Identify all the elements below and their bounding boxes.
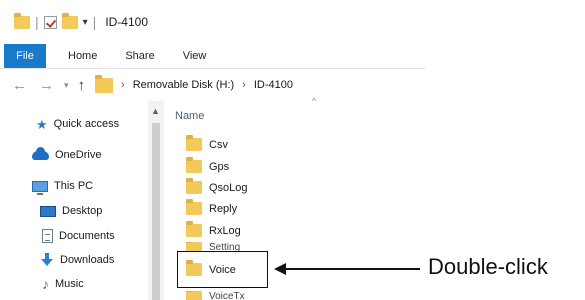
list-item-label: Voice	[209, 263, 236, 276]
tab-view[interactable]: View	[169, 44, 221, 68]
nav-item-label: OneDrive	[55, 149, 102, 161]
column-header-name[interactable]: Name	[175, 110, 204, 122]
up-arrow-icon[interactable]: ↑	[78, 77, 86, 94]
nav-item-this-pc[interactable]: This PC	[32, 176, 93, 196]
nav-item-label: Desktop	[62, 205, 103, 217]
list-item-label: Csv	[209, 138, 228, 151]
quick-access-toolbar: | ▾ |	[14, 12, 97, 30]
nav-item-label: Downloads	[60, 254, 115, 266]
folder-icon[interactable]	[14, 12, 30, 29]
list-item-label: Reply	[209, 202, 238, 215]
scrollbar-thumb[interactable]	[152, 123, 160, 300]
new-folder-icon[interactable]	[61, 12, 78, 29]
list-item-reply[interactable]: Reply	[186, 199, 237, 218]
column-header[interactable]: ^ Name	[164, 96, 425, 127]
address-bar[interactable]: › Removable Disk (H:) › ID-4100	[95, 73, 425, 97]
breadcrumb-removable-disk[interactable]: Removable Disk (H:)	[133, 79, 234, 91]
list-item-voice[interactable]: Voice	[186, 260, 236, 279]
list-item-label: Gps	[209, 160, 230, 173]
customize-dropdown-icon[interactable]: ▾	[83, 17, 88, 28]
annotation-label: Double-click	[428, 254, 548, 279]
navigation-pane: ★ Quick access OneDrive This PC Desktop …	[0, 101, 148, 300]
separator: |	[92, 14, 97, 30]
nav-item-quick-access[interactable]: ★ Quick access	[36, 114, 119, 134]
folder-icon	[186, 157, 202, 173]
annotation-arrowhead-icon	[274, 263, 286, 275]
nav-item-label: Documents	[59, 230, 115, 242]
desktop-icon	[40, 205, 56, 217]
navigation-scrollbar[interactable]: ▲	[148, 101, 164, 300]
nav-item-downloads[interactable]: Downloads	[40, 250, 114, 270]
list-item-label: RxLog	[209, 224, 241, 237]
nav-item-label: Music	[55, 278, 84, 290]
nav-item-label: This PC	[54, 180, 94, 192]
list-item-csv[interactable]: Csv	[186, 135, 228, 154]
list-item-label: VoiceTx	[209, 291, 245, 300]
folder-icon	[186, 221, 202, 237]
cloud-icon	[32, 146, 49, 160]
recent-locations-dropdown-icon[interactable]: ▾	[64, 80, 69, 91]
documents-icon	[42, 229, 53, 243]
list-item-qsolog[interactable]: QsoLog	[186, 178, 248, 197]
nav-item-documents[interactable]: Documents	[42, 226, 115, 246]
properties-check-icon[interactable]	[43, 15, 57, 29]
tab-home[interactable]: Home	[46, 44, 111, 68]
folder-icon	[186, 178, 202, 194]
folder-icon	[186, 135, 202, 151]
music-icon: ♪	[42, 276, 49, 292]
download-icon	[40, 253, 54, 267]
list-item-rxlog[interactable]: RxLog	[186, 221, 241, 240]
tab-file[interactable]: File	[4, 44, 46, 68]
breadcrumb-id-4100[interactable]: ID-4100	[254, 79, 293, 91]
navigation-bar: ← → ▾ ↑ › Removable Disk (H:) › ID-4100	[0, 69, 425, 101]
folder-icon	[186, 291, 202, 300]
list-item-voicetx[interactable]: VoiceTx	[186, 291, 245, 300]
nav-item-music[interactable]: ♪ Music	[42, 274, 84, 294]
breadcrumb-chevron-icon[interactable]: ›	[121, 79, 125, 91]
list-item-gps[interactable]: Gps	[186, 157, 229, 176]
nav-item-onedrive[interactable]: OneDrive	[32, 145, 101, 165]
back-arrow-icon[interactable]: ←	[12, 77, 27, 94]
separator: |	[35, 14, 39, 30]
ribbon-tabs: File Home Share View	[0, 44, 425, 69]
nav-item-label: Quick access	[53, 118, 120, 130]
folder-icon	[186, 260, 202, 276]
window-title: ID-4100	[105, 15, 149, 29]
breadcrumb-chevron-icon[interactable]: ›	[242, 79, 246, 91]
tab-share[interactable]: Share	[111, 44, 168, 68]
annotation-arrow-line	[280, 268, 420, 270]
pc-icon	[32, 180, 48, 195]
sort-ascending-icon: ^	[312, 96, 317, 106]
highlighted-voice-folder[interactable]: Voice	[177, 251, 268, 288]
folder-icon	[186, 199, 202, 215]
scroll-up-icon[interactable]: ▲	[151, 106, 160, 116]
location-folder-icon	[95, 74, 114, 93]
nav-item-desktop[interactable]: Desktop	[40, 201, 102, 221]
list-item-label: QsoLog	[209, 181, 248, 194]
star-icon: ★	[36, 116, 48, 132]
title-bar: | ▾ | ID-4100	[0, 0, 425, 44]
forward-arrow-icon[interactable]: →	[39, 77, 54, 94]
